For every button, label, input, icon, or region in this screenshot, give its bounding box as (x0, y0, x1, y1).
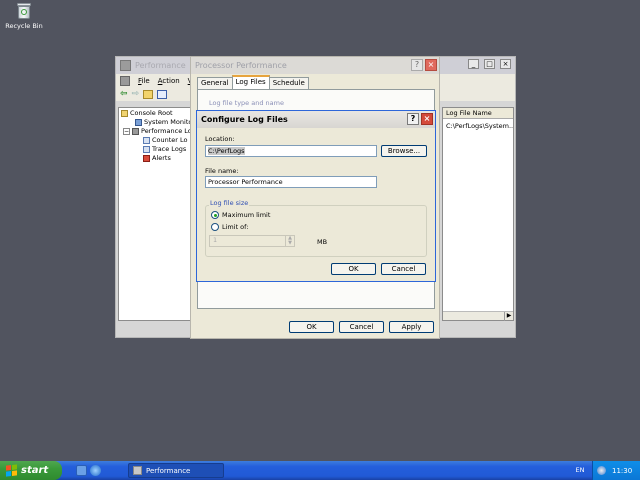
start-button[interactable]: start (0, 461, 62, 480)
show-hide-tree-icon[interactable] (157, 89, 168, 99)
mb-unit-label: MB (317, 238, 328, 246)
horizontal-scrollbar[interactable]: ▶ (443, 311, 513, 321)
scroll-right-arrow-icon[interactable]: ▶ (504, 312, 513, 321)
tree-item-performance-logs[interactable]: − Performance Lo (123, 127, 192, 135)
browse-button[interactable]: Browse... (381, 145, 427, 157)
console-menu-icon[interactable] (120, 75, 130, 86)
folder-icon (121, 109, 128, 117)
log-file-size-legend: Log file size (209, 199, 250, 207)
up-folder-icon[interactable] (143, 89, 154, 99)
taskbar: start Performance EN 11:30 (0, 461, 640, 480)
counter-log-icon (143, 136, 150, 144)
minimize-button[interactable]: _ (468, 59, 479, 69)
performance-taskbar-icon (133, 466, 142, 475)
location-value: C:\PerfLogs (208, 147, 245, 155)
collapse-icon[interactable]: − (123, 127, 130, 135)
recycle-bin-icon (16, 2, 32, 19)
maximum-limit-radio[interactable] (211, 211, 219, 219)
spin-arrows-icon[interactable]: ▲ ▼ (285, 236, 294, 246)
properties-dialog-title: Processor Performance (195, 61, 287, 70)
log-list-pane: Log File Name C:\PerfLogs\System... ▶ (442, 107, 514, 321)
properties-title-bar[interactable]: Processor Performance ? × (191, 57, 439, 74)
system-tray: 11:30 (592, 461, 640, 480)
trace-log-icon (143, 145, 150, 153)
location-input[interactable]: C:\PerfLogs (205, 145, 377, 157)
configure-log-files-dialog: Configure Log Files ? × Location: C:\Per… (196, 110, 436, 282)
language-indicator[interactable]: EN (571, 464, 589, 477)
apply-button[interactable]: Apply (389, 321, 434, 333)
forward-arrow-icon[interactable]: ⇨ (132, 89, 140, 99)
tree-item-trace-logs[interactable]: Trace Logs (143, 145, 186, 153)
back-arrow-icon[interactable]: ⇦ (120, 89, 128, 99)
show-desktop-icon[interactable] (76, 465, 87, 476)
recycle-bin-label: Recycle Bin (5, 22, 43, 30)
performance-window-title: Performance (135, 61, 186, 70)
help-button[interactable]: ? (407, 113, 419, 125)
maximize-button[interactable]: □ (484, 59, 495, 69)
close-button[interactable]: × (421, 113, 433, 125)
monitor-icon (135, 118, 142, 126)
close-button[interactable]: × (425, 59, 437, 71)
menu-file[interactable]: File (138, 77, 150, 85)
tree-item-system-monitor[interactable]: System Monitor (135, 118, 195, 126)
log-file-type-group-label: Log file type and name (209, 99, 284, 107)
properties-tabs: General Log Files Schedule (197, 75, 309, 89)
column-header-log-file-name[interactable]: Log File Name (443, 108, 513, 119)
tab-schedule[interactable]: Schedule (268, 77, 309, 89)
ok-button[interactable]: OK (289, 321, 334, 333)
tree-item-alerts[interactable]: Alerts (143, 154, 171, 162)
limit-of-radio[interactable] (211, 223, 219, 231)
cancel-button[interactable]: Cancel (339, 321, 384, 333)
logs-icon (132, 127, 139, 135)
maximum-limit-label: Maximum limit (222, 211, 271, 219)
taskbar-button-label: Performance (146, 466, 191, 475)
limit-size-value: 1 (213, 236, 218, 244)
close-button[interactable]: × (500, 59, 511, 69)
configure-dialog-title: Configure Log Files (201, 115, 288, 124)
tree-item-counter-logs[interactable]: Counter Lo (143, 136, 188, 144)
tab-general[interactable]: General (197, 77, 233, 89)
windows-flag-icon (6, 464, 17, 477)
location-label: Location: (205, 135, 235, 143)
internet-explorer-icon[interactable] (90, 465, 101, 476)
tree-item-console-root[interactable]: Console Root (121, 109, 173, 117)
filename-input[interactable]: Processor Performance (205, 176, 377, 188)
limit-of-label: Limit of: (222, 223, 249, 231)
recycle-bin-desktop-icon[interactable]: Recycle Bin (4, 2, 44, 30)
configure-title-bar[interactable]: Configure Log Files ? × (197, 111, 435, 128)
limit-size-stepper[interactable]: 1 ▲ ▼ (209, 235, 295, 247)
cancel-button[interactable]: Cancel (381, 263, 426, 275)
console-tree: Console Root System Monitor − Performanc… (118, 107, 195, 321)
taskbar-button-performance[interactable]: Performance (128, 463, 224, 478)
clock[interactable]: 11:30 (612, 467, 632, 475)
list-item[interactable]: C:\PerfLogs\System... (443, 122, 513, 130)
tab-log-files[interactable]: Log Files (231, 75, 270, 89)
alert-icon (143, 154, 150, 162)
network-tray-icon[interactable] (597, 466, 606, 475)
menu-action[interactable]: Action (158, 77, 180, 85)
ok-button[interactable]: OK (331, 263, 376, 275)
filename-label: File name: (205, 167, 239, 175)
performance-app-icon (120, 60, 131, 71)
start-label: start (21, 465, 49, 476)
help-button[interactable]: ? (411, 59, 423, 71)
